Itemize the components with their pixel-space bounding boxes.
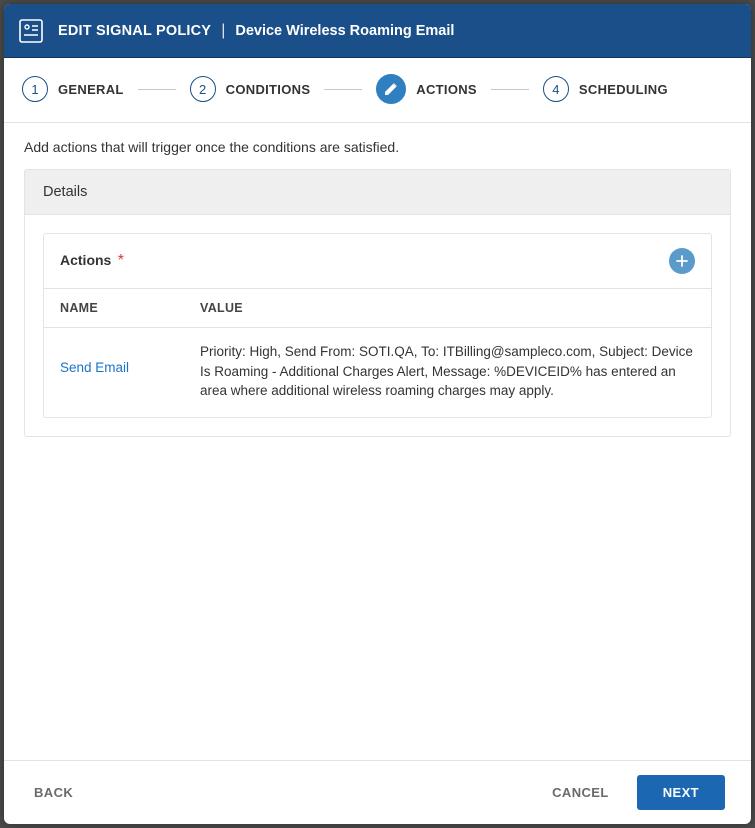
modal-footer: BACK CANCEL NEXT xyxy=(4,760,751,824)
actions-label: Actions xyxy=(60,252,111,268)
actions-label-wrap: Actions * xyxy=(60,252,124,270)
action-value: Priority: High, Send From: SOTI.QA, To: … xyxy=(200,342,695,401)
step-number: 2 xyxy=(190,76,216,102)
actions-card: Actions * NAME VALUE Send Email xyxy=(43,233,712,418)
action-name-link[interactable]: Send Email xyxy=(60,342,200,401)
step-label: SCHEDULING xyxy=(579,82,668,97)
step-general[interactable]: 1 GENERAL xyxy=(22,76,124,102)
modal-title: EDIT SIGNAL POLICY xyxy=(58,23,211,39)
wizard-stepper: 1 GENERAL 2 CONDITIONS ACTIONS 4 SCHEDUL… xyxy=(4,58,751,123)
step-number: 1 xyxy=(22,76,48,102)
add-action-button[interactable] xyxy=(669,248,695,274)
panel-body: Actions * NAME VALUE Send Email xyxy=(25,215,730,436)
column-value: VALUE xyxy=(200,301,695,315)
table-row: Send Email Priority: High, Send From: SO… xyxy=(44,328,711,417)
modal-body: Add actions that will trigger once the c… xyxy=(4,123,751,760)
actions-table-header: NAME VALUE xyxy=(44,289,711,328)
title-separator: | xyxy=(221,22,225,40)
pencil-icon xyxy=(383,81,399,97)
required-asterisk: * xyxy=(113,252,124,269)
step-connector xyxy=(491,89,529,90)
instruction-text: Add actions that will trigger once the c… xyxy=(24,139,731,155)
step-conditions[interactable]: 2 CONDITIONS xyxy=(190,76,311,102)
column-name: NAME xyxy=(60,301,200,315)
step-number: 4 xyxy=(543,76,569,102)
modal-header: EDIT SIGNAL POLICY | Device Wireless Roa… xyxy=(4,4,751,58)
step-label: GENERAL xyxy=(58,82,124,97)
signal-policy-icon xyxy=(18,18,44,44)
edit-signal-policy-modal: EDIT SIGNAL POLICY | Device Wireless Roa… xyxy=(4,4,751,824)
details-panel: Details Actions * NAME xyxy=(24,169,731,437)
step-label: CONDITIONS xyxy=(226,82,311,97)
step-number-active xyxy=(376,74,406,104)
panel-title: Details xyxy=(25,170,730,215)
back-button[interactable]: BACK xyxy=(30,777,77,808)
step-label: ACTIONS xyxy=(416,82,477,97)
modal-subtitle: Device Wireless Roaming Email xyxy=(235,23,454,39)
actions-header: Actions * xyxy=(44,234,711,289)
step-connector xyxy=(324,89,362,90)
step-scheduling[interactable]: 4 SCHEDULING xyxy=(543,76,668,102)
step-actions[interactable]: ACTIONS xyxy=(376,74,477,104)
plus-icon xyxy=(675,254,689,268)
cancel-button[interactable]: CANCEL xyxy=(548,777,613,808)
step-connector xyxy=(138,89,176,90)
next-button[interactable]: NEXT xyxy=(637,775,725,810)
